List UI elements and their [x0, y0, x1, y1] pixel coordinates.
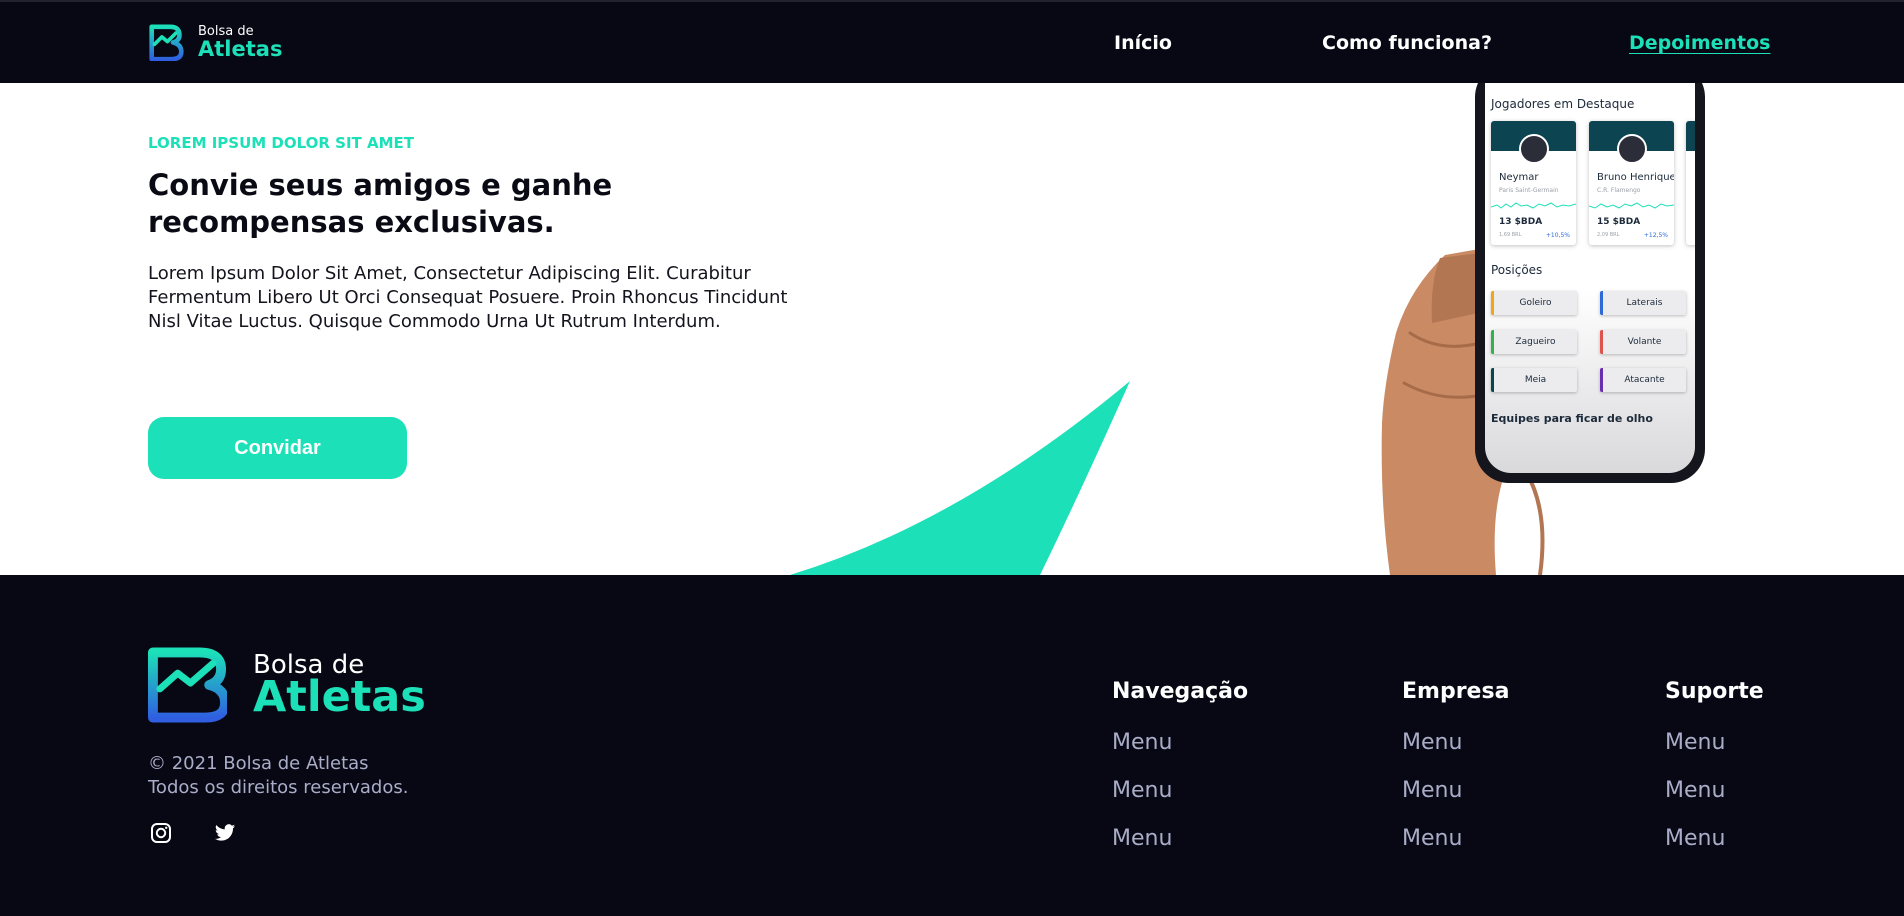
player-sparkline [1491, 202, 1576, 209]
footer-col-title-empresa: Empresa [1402, 679, 1510, 704]
position-goleiro-button[interactable]: Goleiro [1491, 291, 1577, 315]
copyright-line-2: Todos os direitos reservados. [148, 777, 409, 798]
player-name: Bruno Henrique [1597, 172, 1674, 183]
player-sparkline [1589, 202, 1674, 209]
header-logo[interactable]: Bolsa de Atletas [148, 24, 282, 61]
hero-title: Convie seus amigos e ganhe recompensas e… [148, 168, 613, 239]
footer-logo[interactable] [148, 647, 230, 727]
hero-kicker: LOREM IPSUM DOLOR SIT AMET [148, 134, 415, 152]
nav-link-depoimentos[interactable]: Depoimentos [1629, 32, 1770, 54]
position-zagueiro-button[interactable]: Zagueiro [1491, 330, 1577, 354]
footer-link-suporte-2[interactable]: Menu [1665, 778, 1725, 803]
player-name: Neymar [1499, 172, 1539, 183]
player-card[interactable]: Bruno Henrique C.R. Flamengo 15 $BDA 2,0… [1589, 121, 1674, 245]
top-navbar: Bolsa de Atletas Início Como funciona? D… [0, 0, 1904, 83]
footer-link-navegacao-1[interactable]: Menu [1112, 730, 1172, 755]
instagram-icon[interactable] [150, 822, 172, 844]
nav-link-inicio[interactable]: Início [1114, 32, 1172, 54]
footer-link-navegacao-3[interactable]: Menu [1112, 826, 1172, 851]
position-atacante-button[interactable]: Atacante [1600, 368, 1686, 392]
footer-link-empresa-2[interactable]: Menu [1402, 778, 1462, 803]
player-change: +12,5% [1643, 232, 1668, 239]
player-avatar [1617, 134, 1647, 164]
player-card[interactable]: Neymar Paris Saint-Germain 13 $BDA 1,69 … [1491, 121, 1576, 245]
footer-col-title-suporte: Suporte [1665, 679, 1764, 704]
player-price: 13 $BDA [1499, 217, 1543, 227]
player-brl: 1,69 BRL [1499, 232, 1522, 238]
invite-button[interactable]: Convidar [148, 417, 407, 479]
brand-logo-icon [148, 647, 230, 723]
nav-link-como-funciona[interactable]: Como funciona? [1322, 32, 1492, 54]
twitter-icon[interactable] [214, 822, 236, 844]
player-brl: 2,09 BRL [1597, 232, 1620, 238]
footer-link-empresa-3[interactable]: Menu [1402, 826, 1462, 851]
header-brand-big: Atletas [198, 37, 283, 61]
footer-link-suporte-1[interactable]: Menu [1665, 730, 1725, 755]
player-change: +10,5% [1545, 232, 1570, 239]
player-card-partial[interactable] [1686, 121, 1695, 245]
position-volante-button[interactable]: Volante [1600, 330, 1686, 354]
footer-link-empresa-1[interactable]: Menu [1402, 730, 1462, 755]
phone-screen: Jogadores em Destaque Neymar Paris Saint… [1485, 83, 1695, 473]
player-club: Paris Saint-Germain [1499, 187, 1559, 194]
footer-col-title-navegacao: Navegação [1112, 679, 1249, 704]
player-avatar [1519, 134, 1549, 164]
position-meia-button[interactable]: Meia [1491, 368, 1577, 392]
position-laterais-button[interactable]: Laterais [1600, 291, 1686, 315]
hero-description: Lorem Ipsum Dolor Sit Amet, Consectetur … [148, 263, 788, 332]
copyright: © 2021 Bolsa de Atletas Todos os direito… [148, 752, 408, 800]
site-footer: Bolsa de Atletas © 2021 Bolsa de Atletas… [0, 575, 1904, 916]
footer-link-suporte-3[interactable]: Menu [1665, 826, 1725, 851]
teams-watch-title: Equipes para ficar de olho [1491, 412, 1653, 425]
invite-hero-section: LOREM IPSUM DOLOR SIT AMET Convie seus a… [0, 83, 1904, 575]
footer-link-navegacao-2[interactable]: Menu [1112, 778, 1172, 803]
player-club: C.R. Flamengo [1597, 187, 1641, 194]
player-price: 15 $BDA [1597, 217, 1641, 227]
footer-brand-big: Atletas [253, 672, 426, 722]
brand-logo-icon [149, 24, 184, 61]
featured-players-title: Jogadores em Destaque [1491, 97, 1635, 111]
copyright-line-1: © 2021 Bolsa de Atletas [148, 753, 369, 774]
positions-title: Posições [1491, 263, 1543, 277]
